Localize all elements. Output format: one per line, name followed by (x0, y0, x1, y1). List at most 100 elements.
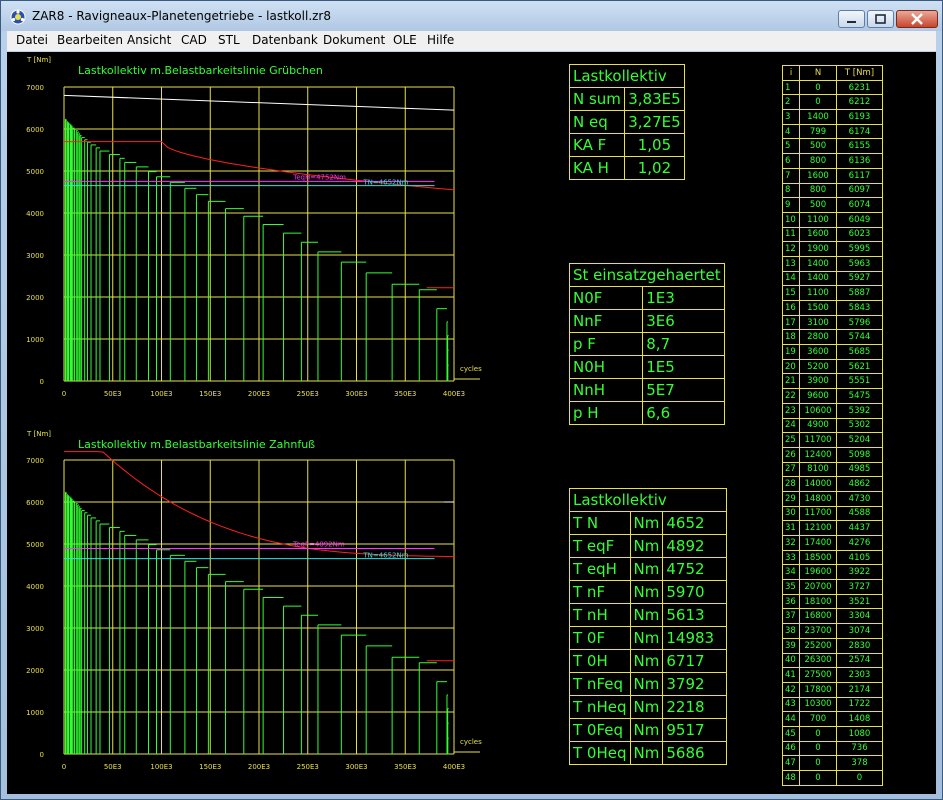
table-cell: 20 (782, 358, 800, 375)
table-cell: 16 (782, 300, 800, 316)
table-cell: N0H (568, 355, 644, 379)
table-row: T 0F Nm 14983 (569, 626, 728, 650)
x-tick-label: 200E3 (248, 390, 270, 398)
table-row: 3 1400 6193 (782, 109, 883, 125)
table-cell: 5887 (836, 285, 883, 301)
table-cell: N0F (568, 286, 644, 310)
column-header: T [Nm] (836, 65, 883, 81)
table-cell: 9 (782, 197, 800, 213)
table-cell: Nm (629, 649, 664, 673)
table-row: 18 2800 5744 (782, 329, 883, 346)
table-cell: 6097 (836, 182, 883, 199)
table-cell: 29 (782, 490, 800, 507)
menu-ansicht[interactable]: Ansicht (127, 33, 171, 47)
table-row: 28 14000 4862 (782, 476, 883, 492)
table-cell: 5796 (836, 314, 883, 331)
table-cell: 36 (782, 593, 800, 610)
table-cell: Nm (629, 580, 664, 604)
menu-cad[interactable]: CAD (181, 33, 207, 47)
table-row: 38 23700 3074 (782, 623, 883, 639)
table-cell: 34 (782, 564, 800, 581)
table-cell: 3,83E5 (623, 87, 685, 111)
table-cell: 14000 (799, 476, 837, 492)
minimize-button[interactable] (838, 10, 865, 28)
table-cell: 5995 (836, 241, 883, 257)
table-cell: 5E7 (642, 378, 725, 402)
table-cell: 37 (782, 608, 800, 625)
menu-ole[interactable]: OLE (393, 33, 417, 47)
y-tick-label: 6000 (26, 126, 44, 134)
table-cell: 4752 (662, 557, 728, 581)
menu-hilfe[interactable]: Hilfe (427, 33, 454, 47)
menu-datenbank[interactable]: Datenbank (252, 33, 318, 47)
table-row: 27 8100 4985 (782, 461, 883, 478)
table-row: T nF Nm 5970 (569, 580, 728, 604)
material-table: St einsatzgehaertet N0F 1E3 NnF 3E6 p F 8,7… (568, 263, 725, 425)
table-cell: N eq (569, 110, 625, 134)
table-cell: 27 (782, 461, 800, 478)
table-row: NnF 3E6 (568, 309, 725, 333)
table-cell: 6717 (662, 649, 728, 673)
table-cell: 26300 (799, 652, 837, 669)
table-row: 14 1400 5927 (782, 270, 883, 287)
table-header: Lastkollektiv (569, 64, 685, 88)
table-cell: 378 (836, 755, 883, 771)
table-cell: 47 (782, 755, 800, 771)
table-cell: 4985 (836, 461, 883, 478)
maximize-button[interactable] (867, 10, 894, 28)
table-cell: 0 (836, 770, 883, 786)
menu-datei[interactable]: Datei (16, 33, 48, 47)
table-cell: 4437 (836, 520, 883, 536)
y-tick-label: 3000 (26, 625, 44, 633)
table-cell: 42 (782, 681, 800, 698)
table-cell: 6174 (836, 123, 883, 140)
x-tick-label: 50E3 (104, 763, 122, 771)
table-row: 48 0 0 (782, 770, 883, 786)
table-cell: 3727 (836, 579, 883, 595)
table-cell: 6074 (836, 197, 883, 213)
table-cell: 3900 (799, 373, 837, 390)
table-row: 32 17400 4276 (782, 535, 883, 551)
table-cell: 5392 (836, 402, 883, 419)
table-row: 20 5200 5621 (782, 358, 883, 375)
table-row: 12 1900 5995 (782, 241, 883, 257)
table-cell: 1400 (799, 255, 837, 272)
menu-dokument[interactable]: Dokument (323, 33, 385, 47)
menu-bearbeiten[interactable]: Bearbeiten (57, 33, 123, 47)
table-cell: 4652 (662, 511, 728, 535)
drawing-canvas[interactable]: 0 50E3 100E3 150E3 200E3 250E3 300E3 350E3 400E3… (7, 52, 936, 794)
menu-stl[interactable]: STL (218, 33, 240, 47)
table-cell: 736 (836, 740, 883, 757)
table-cell: 5744 (836, 329, 883, 346)
table-row: 17 3100 5796 (782, 314, 883, 331)
table-cell: Nm (629, 626, 664, 650)
table-row: 34 19600 3922 (782, 564, 883, 581)
table-cell: 6 (782, 153, 800, 169)
table-cell: Nm (629, 672, 664, 696)
table-row: T nHeq Nm 2218 (569, 695, 728, 719)
table-cell: 500 (799, 197, 837, 213)
table-row: 1 0 6231 (782, 79, 883, 96)
table-cell: 5843 (836, 300, 883, 316)
table-row: 44 700 1408 (782, 711, 883, 727)
x-tick-label: 350E3 (394, 390, 416, 398)
table-cell: T 0Feq (569, 718, 631, 742)
table-cell: 5621 (836, 358, 883, 375)
table-cell: 2800 (799, 329, 837, 346)
table-cell: 1100 (799, 285, 837, 301)
table-cell: 9517 (662, 718, 728, 742)
table-cell: 0 (799, 79, 837, 96)
table-cell: 3792 (662, 672, 728, 696)
title-bar[interactable]: ZAR8 - Ravigneaux-Planetengetriebe - las… (1, 1, 942, 31)
table-cell: 5475 (836, 388, 883, 404)
table-row: p H 6,6 (568, 401, 725, 425)
table-cell: 6155 (836, 138, 883, 155)
table-cell: 16800 (799, 608, 837, 625)
table-header: Lastkollektiv (568, 488, 728, 512)
close-button[interactable] (896, 10, 938, 28)
table-cell: 25200 (799, 637, 837, 654)
table-cell: Nm (629, 511, 664, 535)
table-cell: 28 (782, 476, 800, 492)
x-tick-label: 0 (62, 763, 66, 771)
y-tick-label: 3000 (26, 252, 44, 260)
